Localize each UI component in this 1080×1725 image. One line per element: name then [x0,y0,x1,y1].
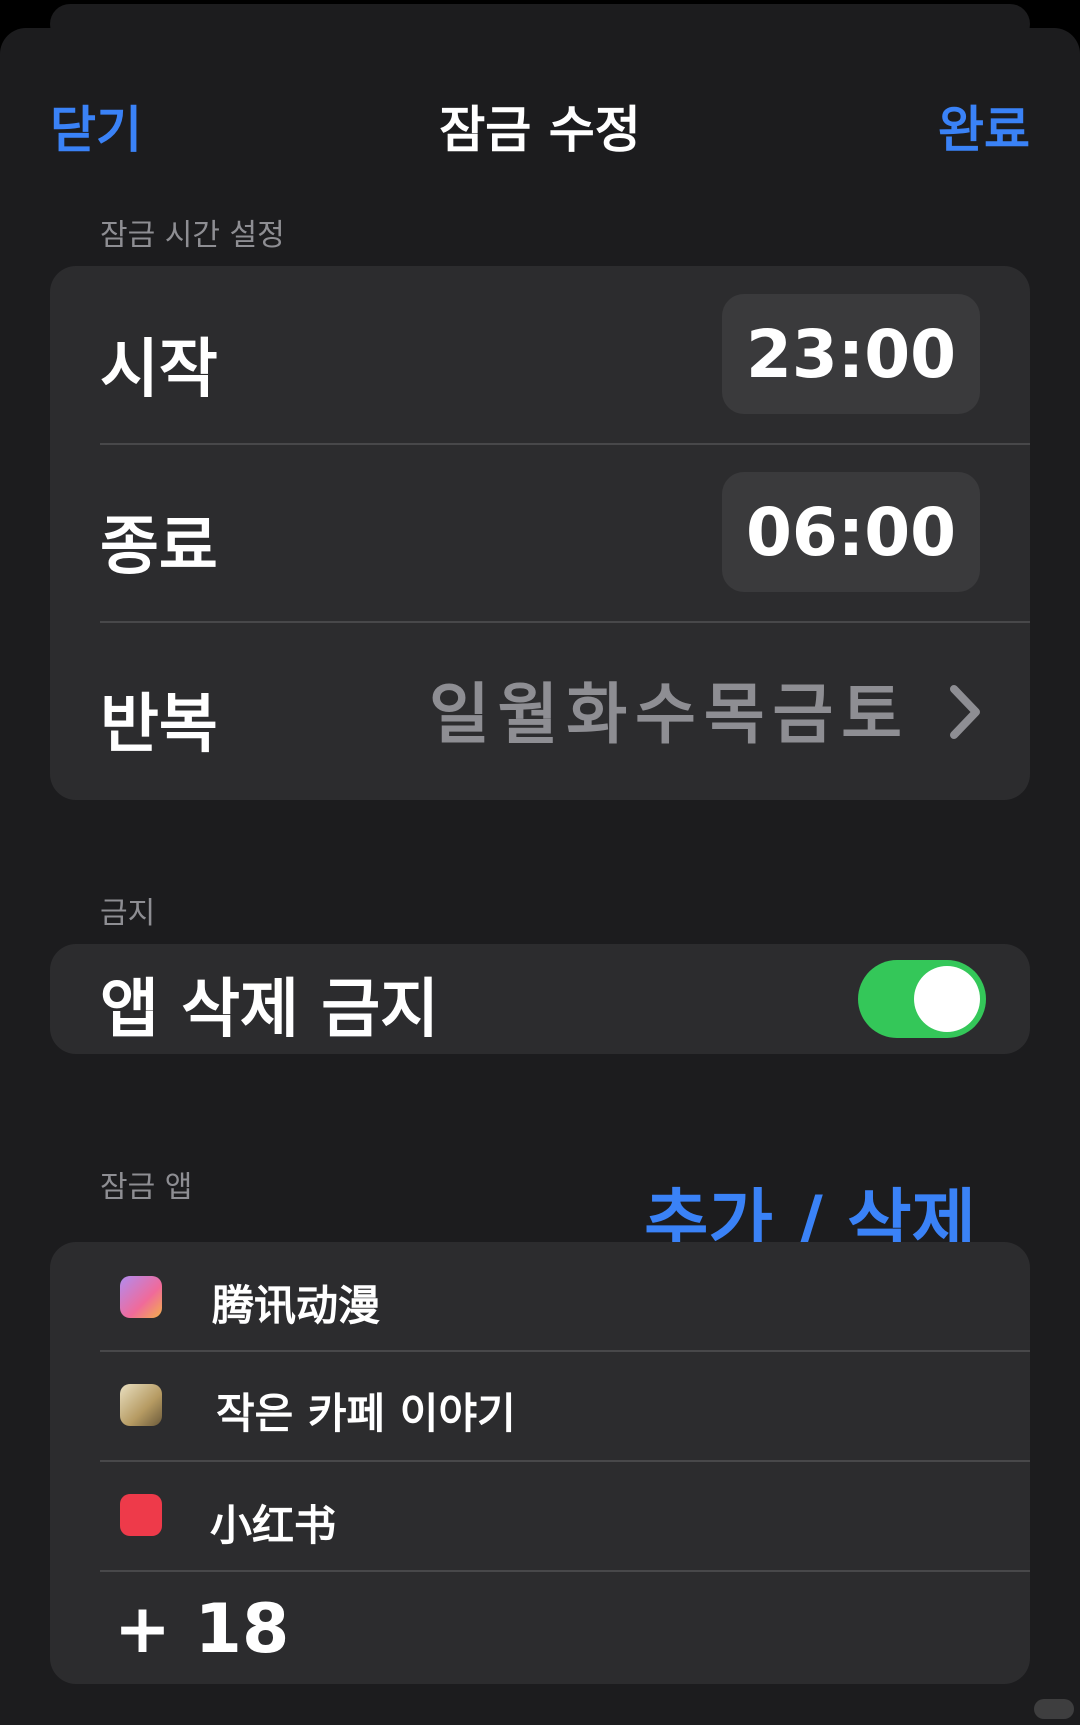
more-apps-count: + 18 [114,1590,290,1669]
schedule-group: 시작 23:00 종료 06:00 반복 일월화수목금토 [50,266,1030,800]
repeat-days-value: 일월화수목금토 [428,676,910,753]
cafe-story-icon [120,1384,162,1426]
repeat-row[interactable]: 반복 일월화수목금토 [50,623,1030,800]
start-label: 시작 [100,333,218,407]
page-title: 잠금 수정 [439,101,641,159]
prevent-delete-label: 앱 삭제 금지 [100,973,439,1047]
start-time-row: 시작 23:00 [50,266,1030,443]
watermark-badge [1034,1699,1074,1719]
tencent-comic-icon [120,1276,162,1318]
app-name: 작은 카페 이야기 [216,1389,516,1438]
chevron-right-icon [950,685,980,739]
locked-apps-group: 腾讯动漫 작은 카페 이야기 小红书 + 18 [50,1242,1030,1684]
restrictions-section-header: 금지 [100,896,156,931]
toggle-knob [914,966,980,1032]
app-name: 小红书 [210,1501,337,1550]
locked-apps-section-header: 잠금 앱 [100,1170,193,1205]
done-button[interactable]: 완료 [938,90,1030,162]
prevent-delete-toggle[interactable] [858,960,986,1038]
repeat-label: 반복 [100,688,218,762]
schedule-section-header: 잠금 시간 설정 [100,218,285,253]
list-item: 腾讯动漫 [50,1242,1030,1350]
end-time-row: 종료 06:00 [50,445,1030,621]
end-label: 종료 [100,510,218,584]
end-time-picker[interactable]: 06:00 [722,472,980,592]
list-item: 작은 카페 이야기 [50,1352,1030,1460]
xiaohongshu-icon [120,1494,162,1536]
more-apps-row[interactable]: + 18 [50,1572,1030,1684]
start-time-picker[interactable]: 23:00 [722,294,980,414]
edit-lock-sheet: 닫기 잠금 수정 완료 잠금 시간 설정 시작 23:00 종료 06:00 반… [0,28,1080,1725]
list-item: 小红书 [50,1462,1030,1570]
restrictions-group: 앱 삭제 금지 [50,944,1030,1054]
app-name: 腾讯动漫 [212,1281,381,1330]
